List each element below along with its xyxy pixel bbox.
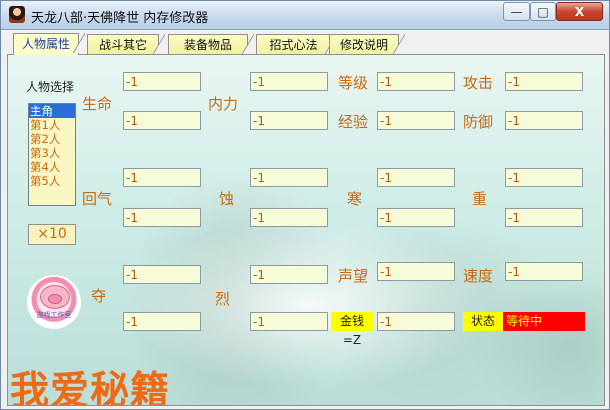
speed-label: 速度 xyxy=(463,267,494,285)
gold-field[interactable] xyxy=(377,312,455,331)
attack-label: 攻击 xyxy=(463,74,494,92)
reputation-field[interactable] xyxy=(377,262,455,281)
state-label: 状态 xyxy=(463,312,503,331)
seize-label: 夺 xyxy=(91,287,107,305)
list-item[interactable]: 第5人 xyxy=(29,174,75,188)
pig-nose-icon xyxy=(48,294,62,304)
heavy-field-1[interactable] xyxy=(505,168,583,187)
recovery-label: 回气 xyxy=(82,190,113,208)
hp-max-field[interactable] xyxy=(123,111,201,130)
recovery-field-1[interactable] xyxy=(123,168,201,187)
cold-field-1[interactable] xyxy=(377,168,455,187)
reputation-label: 声望 xyxy=(338,267,369,285)
mp-current-field[interactable] xyxy=(250,72,328,91)
recovery-field-2[interactable] xyxy=(123,208,201,227)
tab-strip: 人物属性 战斗其它 装备物品 招式心法 修改说明 xyxy=(7,33,605,55)
window-title: 天龙八部·天佛降世 内存修改器 xyxy=(31,11,209,26)
character-listbox[interactable]: 主角 第1人 第2人 第3人 第4人 第5人 xyxy=(28,103,76,206)
speed-field[interactable] xyxy=(505,262,583,281)
seize-field-1[interactable] xyxy=(123,265,201,284)
close-button[interactable]: X xyxy=(556,2,603,21)
pig-logo: 游戏工作室 xyxy=(27,275,81,329)
heavy-label: 重 xyxy=(472,190,488,208)
list-item[interactable]: 第1人 xyxy=(29,118,75,132)
tab-skills[interactable]: 招式心法 xyxy=(256,34,337,54)
gold-label: 金钱=Z xyxy=(331,312,373,347)
multiply-ten-button[interactable]: ×10 xyxy=(28,224,76,245)
level-label: 等级 xyxy=(338,74,369,92)
fierce-field-2[interactable] xyxy=(250,312,328,331)
heavy-field-2[interactable] xyxy=(505,208,583,227)
state-value: 等待中 xyxy=(503,312,585,331)
level-field[interactable] xyxy=(377,72,455,91)
maximize-button[interactable]: □ xyxy=(530,2,556,21)
erosion-label: 蚀 xyxy=(219,190,235,208)
erosion-field-1[interactable] xyxy=(250,168,328,187)
fierce-label: 烈 xyxy=(215,290,231,308)
logo-text: 游戏工作室 xyxy=(36,311,72,319)
exp-label: 经验 xyxy=(338,113,369,131)
cold-field-2[interactable] xyxy=(377,208,455,227)
character-select-label: 人物选择 xyxy=(26,80,75,94)
list-item[interactable]: 主角 xyxy=(29,104,75,118)
tab-instructions[interactable]: 修改说明 xyxy=(329,34,405,54)
tab-equipment-items[interactable]: 装备物品 xyxy=(168,34,254,54)
app-window: 天龙八部·天佛降世 内存修改器 — □ X 人物属性 战斗其它 装备物品 招式心… xyxy=(0,0,610,410)
fierce-field-1[interactable] xyxy=(250,265,328,284)
attack-field[interactable] xyxy=(505,72,583,91)
seize-field-2[interactable] xyxy=(123,312,201,331)
title-bar[interactable]: 天龙八部·天佛降世 内存修改器 — □ X xyxy=(1,1,609,30)
brand-text: 我爱秘籍 xyxy=(10,369,171,406)
minimize-button[interactable]: — xyxy=(503,2,530,21)
tab-character-attributes[interactable]: 人物属性 xyxy=(13,33,85,55)
hp-current-field[interactable] xyxy=(123,72,201,91)
tab-combat-other[interactable]: 战斗其它 xyxy=(87,34,165,54)
cold-label: 寒 xyxy=(347,190,363,208)
exp-field[interactable] xyxy=(377,111,455,130)
list-item[interactable]: 第3人 xyxy=(29,146,75,160)
mp-label: 内力 xyxy=(208,95,239,113)
app-icon xyxy=(9,6,25,23)
erosion-field-2[interactable] xyxy=(250,208,328,227)
attributes-panel: 人物选择 主角 第1人 第2人 第3人 第4人 第5人 ×10 游戏工作室 生命… xyxy=(7,54,605,406)
defense-label: 防御 xyxy=(463,113,494,131)
list-item[interactable]: 第2人 xyxy=(29,132,75,146)
list-item[interactable]: 第4人 xyxy=(29,160,75,174)
hp-label: 生命 xyxy=(82,95,113,113)
mp-max-field[interactable] xyxy=(250,111,328,130)
defense-field[interactable] xyxy=(505,111,583,130)
